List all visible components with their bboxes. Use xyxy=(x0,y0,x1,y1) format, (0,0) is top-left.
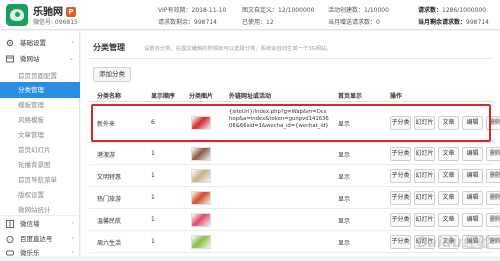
subcategory-button[interactable]: 子分类 xyxy=(390,191,411,205)
wechat-id: 微信号: 096815 xyxy=(33,19,78,26)
highlight-box xyxy=(91,104,491,142)
chevron-right-icon: › xyxy=(71,39,74,46)
category-thumbnail xyxy=(191,235,211,249)
chevron-right-icon: › xyxy=(71,220,74,227)
display-order: 1 xyxy=(151,216,155,223)
sidebar-item-template[interactable]: 模板管理 xyxy=(0,97,80,113)
sidebar-group-microsite[interactable]: 微网站 ⌄ xyxy=(0,51,80,67)
delete-button[interactable]: 删除 xyxy=(486,191,500,205)
sidebar-item-articles[interactable]: 文章管理 xyxy=(0,127,80,143)
display-order: 1 xyxy=(151,194,155,201)
col-image: 分类图片 xyxy=(189,93,214,100)
top-header: 乐驰网 P 微信号: 096815 VIP有效期：2018-11-10 图文自定义… xyxy=(0,0,500,30)
home-display: 显示 xyxy=(338,174,351,181)
col-home: 首页显示 xyxy=(338,93,363,100)
delete-button[interactable]: 删除 xyxy=(486,169,500,183)
sidebar: 基础设置 › 微网站 ⌄ 首页页面配置 分类管理 模板管理 风格模板 文章管理 首页… xyxy=(0,31,80,257)
category-thumbnail xyxy=(191,147,211,161)
home-display: 显示 xyxy=(338,196,351,203)
articles-button[interactable]: 文章 xyxy=(438,213,459,227)
subcategory-button[interactable]: 子分类 xyxy=(390,213,411,227)
baidu-icon xyxy=(6,236,14,243)
sidebar-item-slides[interactable]: 首页幻灯片 xyxy=(0,142,80,158)
col-actions: 操作 xyxy=(390,93,403,100)
display-order: 1 xyxy=(151,172,155,179)
category-name: 文明特惠 xyxy=(97,174,122,181)
category-thumbnail xyxy=(191,213,211,227)
slides-button[interactable]: 幻灯片 xyxy=(414,213,435,227)
stat-monthly-remaining: 当月剩余请求数：998714 xyxy=(418,19,489,26)
category-name: 温馨民航 xyxy=(97,218,122,225)
subcategory-button[interactable]: 子分类 xyxy=(390,147,411,161)
gear-icon xyxy=(6,39,14,47)
slides-button[interactable]: 幻灯片 xyxy=(414,147,435,161)
delete-button[interactable]: 删除 xyxy=(486,213,500,227)
watermark: Baidu经验 xyxy=(417,235,490,251)
page-description: 设置自分类，在图文编辑的时候就可以选择分类，系统会自动生成一个3G网站。 xyxy=(144,46,332,52)
category-thumbnail xyxy=(191,169,211,183)
stat-monthly-gift: 当月赠送请求数：0 xyxy=(328,19,380,26)
edit-button[interactable]: 编辑 xyxy=(462,169,483,183)
sidebar-item-carousel[interactable]: 轮播背景图 xyxy=(0,157,80,173)
articles-button[interactable]: 文章 xyxy=(438,191,459,205)
home-display: 显示 xyxy=(338,152,351,159)
edit-button[interactable]: 编辑 xyxy=(462,213,483,227)
home-display: 显示 xyxy=(338,240,351,247)
stat-activity: 活动创建数：1/10000 xyxy=(328,7,389,14)
subcategory-button[interactable]: 子分类 xyxy=(390,169,411,183)
stat-vip: VIP有效期：2018-11-10 xyxy=(158,7,227,14)
stat-remaining: 请求数剩余：998714 xyxy=(158,19,217,26)
table-row: 温馨民航 1 显示 子分类 幻灯片 文章 编辑 删除 xyxy=(89,209,500,231)
category-name: 热门旅游 xyxy=(97,196,122,203)
table-row: 港澳游 1 显示 子分类 幻灯片 文章 编辑 删除 xyxy=(89,143,500,165)
wall-icon xyxy=(6,220,14,228)
sidebar-item-style[interactable]: 风格模板 xyxy=(0,112,80,128)
subcategory-button[interactable]: 子分类 xyxy=(390,235,411,249)
table-row: 文明特惠 1 显示 子分类 幻灯片 文章 编辑 删除 xyxy=(89,165,500,187)
site-icon xyxy=(6,55,14,63)
table-row: 新外来 6 {siteUrl}/index.php?g=Wap&m=Dcshop&a… xyxy=(89,103,500,143)
col-name: 分类名称 xyxy=(97,93,122,100)
category-name: 周六生活 xyxy=(97,240,122,247)
slides-button[interactable]: 幻灯片 xyxy=(414,169,435,183)
col-order: 显示顺序 xyxy=(151,93,176,100)
chevron-right-icon: › xyxy=(71,249,74,256)
articles-button[interactable]: 文章 xyxy=(438,147,459,161)
sidebar-item-category[interactable]: 分类管理 xyxy=(0,82,80,98)
edit-button[interactable]: 编辑 xyxy=(462,147,483,161)
logo-icon xyxy=(6,4,28,26)
slides-button[interactable]: 幻灯片 xyxy=(414,191,435,205)
account-name: 乐驰网 P xyxy=(33,3,76,18)
edit-button[interactable]: 编辑 xyxy=(462,191,483,205)
delete-button[interactable]: 删除 xyxy=(486,147,500,161)
vip-badge: P xyxy=(66,7,76,17)
home-display: 显示 xyxy=(338,218,351,225)
add-category-button[interactable]: 添加分类 xyxy=(93,67,131,82)
chevron-down-icon: ⌄ xyxy=(68,55,74,62)
display-order: 1 xyxy=(151,238,155,245)
sidebar-item-nav-menu[interactable]: 首页导航菜单 xyxy=(0,172,80,188)
stat-requests: 请求数：1286/1000000 xyxy=(418,7,487,14)
sidebar-group-game[interactable]: 微乐乐 › xyxy=(0,245,80,261)
main-panel: 分类管理 设置自分类，在图文编辑的时候就可以选择分类，系统会自动生成一个3G网站… xyxy=(81,31,500,256)
category-name: 港澳游 xyxy=(97,152,116,159)
sidebar-item-copyright[interactable]: 版权设置 xyxy=(0,187,80,203)
page-title: 分类管理 xyxy=(93,43,125,52)
category-thumbnail xyxy=(191,191,211,205)
divider xyxy=(89,58,492,59)
table-header: 分类名称 显示顺序 分类图片 外链网址或活动 首页显示 操作 xyxy=(89,88,494,102)
articles-button[interactable]: 文章 xyxy=(438,169,459,183)
col-link: 外链网址或活动 xyxy=(229,93,272,100)
sidebar-group-wall[interactable]: 微信墙 › xyxy=(0,215,80,231)
display-order: 1 xyxy=(151,150,155,157)
stat-news: 图文自定义：12/1000000 xyxy=(242,7,315,14)
table-row: 热门旅游 1 显示 子分类 幻灯片 文章 编辑 删除 xyxy=(89,187,500,209)
stat-used: 已使用：12 xyxy=(242,19,274,26)
sidebar-group-basic[interactable]: 基础设置 › xyxy=(0,35,80,51)
